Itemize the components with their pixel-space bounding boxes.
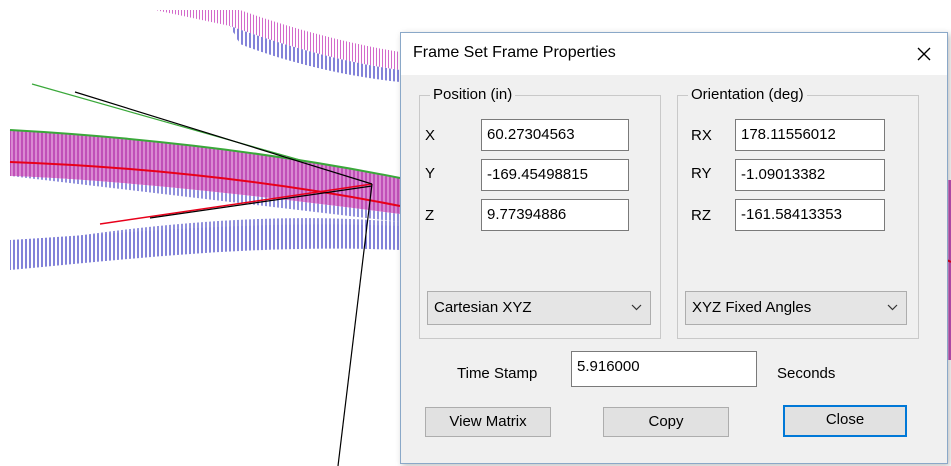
title-bar[interactable]: Frame Set Frame Properties <box>401 33 947 75</box>
chevron-down-icon <box>887 304 898 311</box>
dialog-title: Frame Set Frame Properties <box>413 44 616 61</box>
y-field[interactable]: -169.45498815 <box>481 159 629 191</box>
close-button[interactable]: Close <box>783 405 907 437</box>
rz-field[interactable]: -161.58413353 <box>735 199 885 231</box>
view-matrix-button[interactable]: View Matrix <box>425 407 551 437</box>
position-group-label: Position (in) <box>430 86 516 103</box>
z-label: Z <box>425 207 435 224</box>
time-stamp-label: Time Stamp <box>457 365 538 382</box>
rx-field[interactable]: 178.11556012 <box>735 119 885 151</box>
z-field[interactable]: 9.77394886 <box>481 199 629 231</box>
upper-ribbon <box>155 10 400 82</box>
title-close-button[interactable] <box>901 33 947 75</box>
frame-properties-dialog: Frame Set Frame Properties Position (in)… <box>400 32 948 464</box>
rz-label: RZ <box>691 207 711 224</box>
rx-label: RX <box>691 127 712 144</box>
time-stamp-field[interactable]: 5.916000 <box>571 351 757 387</box>
main-ribbon <box>9 129 401 270</box>
orientation-group-label: Orientation (deg) <box>688 86 807 103</box>
time-stamp-unit: Seconds <box>777 365 836 382</box>
chevron-down-icon <box>631 304 642 311</box>
coord-system-select[interactable]: Cartesian XYZ <box>427 291 651 325</box>
angle-convention-value: XYZ Fixed Angles <box>692 299 812 316</box>
angle-convention-select[interactable]: XYZ Fixed Angles <box>685 291 907 325</box>
close-icon <box>917 47 931 61</box>
ry-field[interactable]: -1.09013382 <box>735 159 885 191</box>
copy-button[interactable]: Copy <box>603 407 729 437</box>
y-label: Y <box>425 165 436 182</box>
coord-system-value: Cartesian XYZ <box>434 299 532 316</box>
x-field[interactable]: 60.27304563 <box>481 119 629 151</box>
x-label: X <box>425 127 436 144</box>
ry-label: RY <box>691 165 712 182</box>
